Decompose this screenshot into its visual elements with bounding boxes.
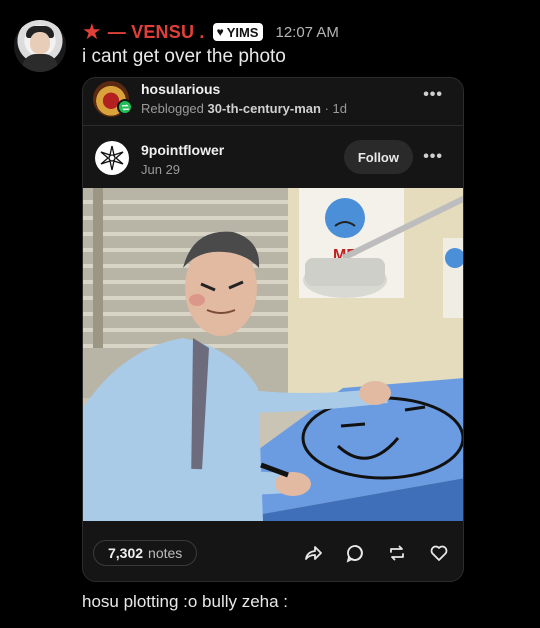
- reblog-source-link[interactable]: 30-th-century-man: [208, 101, 321, 116]
- follow-button[interactable]: Follow: [343, 140, 413, 174]
- server-tag-label: YIMS: [226, 24, 259, 40]
- notes-count: 7,302: [108, 545, 144, 561]
- sender-avatar[interactable]: [14, 20, 66, 72]
- post-author-name[interactable]: 9pointflower: [141, 142, 224, 158]
- notes-pill[interactable]: 7,302 notes: [93, 540, 198, 566]
- post-actions: [303, 543, 449, 563]
- post-date: Jun 29: [141, 162, 181, 177]
- heart-icon: ♥: [216, 25, 224, 39]
- message-caption: hosu plotting :o bully zeha :: [82, 592, 289, 611]
- post-footer: 7,302 notes: [83, 521, 463, 581]
- reblog-age: · 1d: [324, 101, 347, 116]
- like-icon[interactable]: [429, 543, 449, 563]
- reblog-menu-icon[interactable]: •••: [423, 86, 443, 104]
- star-icon: ★: [82, 19, 102, 44]
- reblog-info: Reblogged 30-th-century-man · 1d: [141, 101, 347, 116]
- reblog-header: hosularious Reblogged 30-th-century-man …: [83, 78, 463, 126]
- server-tag-badge: ♥ YIMS: [212, 23, 264, 41]
- reply-icon[interactable]: [345, 543, 365, 563]
- sender-username[interactable]: — VENSU .: [108, 22, 205, 43]
- notes-label: notes: [148, 545, 183, 561]
- message-text: i cant get over the photo: [82, 46, 286, 67]
- post-menu-icon[interactable]: •••: [423, 148, 443, 166]
- embedded-post-card[interactable]: hosularious Reblogged 30-th-century-man …: [82, 77, 464, 582]
- reblogger-name[interactable]: hosularious: [141, 81, 220, 97]
- reblog-badge-icon: [117, 99, 133, 115]
- post-author-row: 9pointflower Jun 29 Follow •••: [83, 126, 463, 188]
- message-header: ★ — VENSU . ♥ YIMS 12:07 AM: [82, 20, 339, 44]
- share-icon[interactable]: [303, 543, 323, 563]
- author-avatar[interactable]: [95, 141, 129, 175]
- message-timestamp: 12:07 AM: [275, 23, 339, 41]
- reblog-prefix: Reblogged: [141, 101, 204, 116]
- reblog-icon[interactable]: [387, 543, 407, 563]
- post-photo[interactable]: ME: [83, 188, 463, 521]
- nine-point-star-icon: [100, 145, 124, 171]
